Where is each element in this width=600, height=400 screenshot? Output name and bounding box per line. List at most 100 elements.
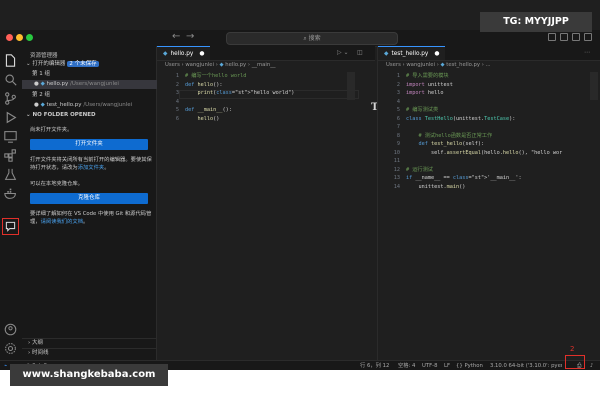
open-editors-label: 打开的编辑器 bbox=[32, 61, 66, 67]
toggle-sidebar-icon[interactable] bbox=[548, 33, 556, 41]
minimap[interactable] bbox=[590, 72, 598, 100]
timeline-section[interactable]: › 时间线 bbox=[22, 348, 156, 357]
notifications-bell-icon[interactable]: ♪ bbox=[590, 361, 593, 370]
tab-bar: ◆ hello.py ● ▷ ⌄ ◫ bbox=[157, 46, 375, 61]
breadcrumb-item[interactable]: hello.py bbox=[225, 62, 246, 68]
toggle-panel-icon[interactable] bbox=[560, 33, 568, 41]
line-number: 3 bbox=[175, 90, 179, 96]
editor-group-2: ◆ test_hello.py ● ⋯ Users › wangjunlei › ◆… bbox=[377, 46, 600, 360]
tab-label: hello.py bbox=[170, 51, 194, 57]
account-icon[interactable] bbox=[4, 321, 17, 336]
file-name: test_hello.py bbox=[46, 102, 82, 108]
testing-flask-icon[interactable] bbox=[4, 166, 17, 180]
title-bar: ← → ⌕ 搜索 bbox=[0, 30, 600, 47]
extensions-icon[interactable] bbox=[4, 147, 17, 162]
no-folder-message: 尚未打开文件夹。 bbox=[30, 127, 73, 133]
line-number: 6 bbox=[396, 115, 400, 122]
minimap[interactable] bbox=[347, 72, 355, 100]
python-file-icon: ◆ bbox=[440, 62, 445, 68]
activity-bar: 1 bbox=[0, 46, 44, 360]
language-mode[interactable]: {} Python bbox=[456, 361, 483, 370]
unsaved-dot-icon[interactable]: ● bbox=[199, 51, 204, 57]
split-editor-icon[interactable]: ◫ bbox=[357, 49, 363, 56]
run-debug-icon[interactable] bbox=[4, 109, 17, 124]
minimize-window-button[interactable] bbox=[16, 34, 23, 41]
line-number: 6 bbox=[175, 115, 179, 122]
open-editors-section[interactable]: ⌄ 打开的编辑器 2 个未保存 bbox=[22, 60, 160, 69]
close-window-button[interactable] bbox=[6, 34, 13, 41]
source-control-icon[interactable] bbox=[4, 90, 17, 105]
line-number: 12 bbox=[393, 166, 400, 173]
line-number: 2 bbox=[175, 81, 179, 88]
line-number: 1 bbox=[175, 73, 179, 79]
cursor-position[interactable]: 行 6，列 12 bbox=[360, 361, 389, 370]
line-number: 8 bbox=[396, 132, 400, 139]
open-folder-button[interactable]: 打开文件夹 bbox=[30, 139, 148, 150]
code-line: class TestHello(unittest.TestCase): bbox=[406, 115, 516, 122]
clone-repo-button[interactable]: 克隆仓库 bbox=[30, 193, 148, 204]
file-name: hello.py bbox=[46, 81, 69, 87]
code-editor[interactable]: 1 # 导入需要的模块 2 import unittest 3 import hello 4… bbox=[378, 72, 600, 352]
code-line: # 导入需要的模块 bbox=[406, 73, 449, 79]
remote-indicator-icon[interactable]: ⌁ bbox=[4, 361, 7, 370]
open-editor-test-hello[interactable]: ● ◆ test_hello.py /Users/wangjunlei bbox=[22, 101, 168, 110]
no-folder-section[interactable]: ⌄ NO FOLDER OPENED bbox=[22, 111, 160, 120]
breadcrumb-item[interactable]: wangjunlei bbox=[406, 62, 435, 68]
watermark-bottom-left: www.shangkebaba.com bbox=[10, 364, 168, 386]
breadcrumb: Users › wangjunlei › ◆ test_hello.py › .… bbox=[386, 62, 491, 68]
add-folder-link[interactable]: 添加文件夹 bbox=[78, 165, 105, 171]
line-ending[interactable]: LF bbox=[444, 361, 450, 370]
search-icon[interactable] bbox=[4, 71, 17, 86]
customize-layout-icon[interactable] bbox=[584, 33, 592, 41]
outline-label: 大纲 bbox=[31, 340, 43, 346]
open-editor-hello[interactable]: ● ◆ hello.py /Users/wangjunlei bbox=[22, 80, 168, 89]
tab-hello-py[interactable]: ◆ hello.py ● bbox=[157, 46, 211, 60]
settings-gear-icon[interactable] bbox=[4, 340, 17, 354]
breadcrumb-item[interactable]: wangjunlei bbox=[185, 62, 214, 68]
explorer-icon[interactable] bbox=[4, 52, 17, 67]
outline-section[interactable]: › 大纲 bbox=[22, 338, 156, 347]
breadcrumb-item[interactable]: test_hello.py bbox=[446, 62, 480, 68]
file-path: /Users/wangjunlei bbox=[70, 81, 119, 87]
annotation-label-2: 2 bbox=[570, 345, 575, 353]
git-docs-note: 要详细了解如何在 VS Code 中使用 Git 和源代码管理，请阅读我们的文档… bbox=[30, 211, 152, 225]
code-line: # 测试hello函数是否正常工作 bbox=[406, 132, 493, 139]
unsaved-dot-icon[interactable]: ● bbox=[434, 51, 439, 57]
group-1-label: 第 1 组 bbox=[32, 71, 50, 77]
line-number: 3 bbox=[396, 90, 400, 96]
open-folder-note: 打开文件夹将关闭所有当前打开的编辑器。要使其保持打开状态，请改为添加文件夹。 bbox=[30, 157, 152, 171]
line-number: 1 bbox=[396, 73, 400, 79]
python-interpreter[interactable]: 3.10.0 64-bit ('3.10.0': pyenv) bbox=[490, 361, 562, 370]
line-number: 5 bbox=[396, 107, 400, 113]
back-arrow-icon[interactable]: ← bbox=[172, 31, 180, 42]
file-path: /Users/wangjunlei bbox=[83, 102, 133, 108]
group-2-label: 第 2 组 bbox=[32, 92, 50, 98]
docker-icon[interactable] bbox=[4, 185, 17, 199]
toggle-secondary-sidebar-icon[interactable] bbox=[572, 33, 580, 41]
breadcrumb-item[interactable]: ... bbox=[486, 62, 491, 68]
chat-icon[interactable] bbox=[2, 218, 19, 235]
code-line: import hello bbox=[406, 90, 444, 96]
python-file-icon: ◆ bbox=[163, 51, 168, 57]
command-search-box[interactable]: ⌕ 搜索 bbox=[226, 32, 398, 45]
breadcrumb-item[interactable]: Users bbox=[386, 62, 401, 68]
line-number: 14 bbox=[393, 183, 400, 190]
code-line: import unittest bbox=[406, 81, 453, 88]
line-number: 5 bbox=[175, 107, 179, 113]
more-actions-icon[interactable]: ⋯ bbox=[584, 49, 590, 56]
clone-message: 可以在本地克隆仓库。 bbox=[30, 181, 83, 187]
encoding[interactable]: UTF-8 bbox=[422, 361, 437, 370]
remote-explorer-icon[interactable] bbox=[4, 128, 17, 143]
breadcrumb-item[interactable]: Users bbox=[165, 62, 180, 68]
breadcrumb-item[interactable]: __main__ bbox=[252, 62, 276, 68]
forward-arrow-icon[interactable]: → bbox=[186, 31, 194, 42]
tab-bar: ◆ test_hello.py ● ⋯ bbox=[378, 46, 600, 61]
read-docs-link[interactable]: 请阅读我们的文档 bbox=[41, 219, 83, 225]
sidebar-title: 资源管理器 bbox=[30, 53, 58, 59]
indentation[interactable]: 空格: 4 bbox=[398, 361, 415, 370]
maximize-window-button[interactable] bbox=[26, 34, 33, 41]
tab-test-hello-py[interactable]: ◆ test_hello.py ● bbox=[378, 46, 446, 60]
run-file-icon[interactable]: ▷ ⌄ bbox=[337, 49, 349, 56]
code-editor[interactable]: 1 # 编写一个hello world 2 def hello(): 3 print(c… bbox=[157, 72, 375, 352]
code-line: print(class="st">"hello world") bbox=[197, 90, 295, 96]
